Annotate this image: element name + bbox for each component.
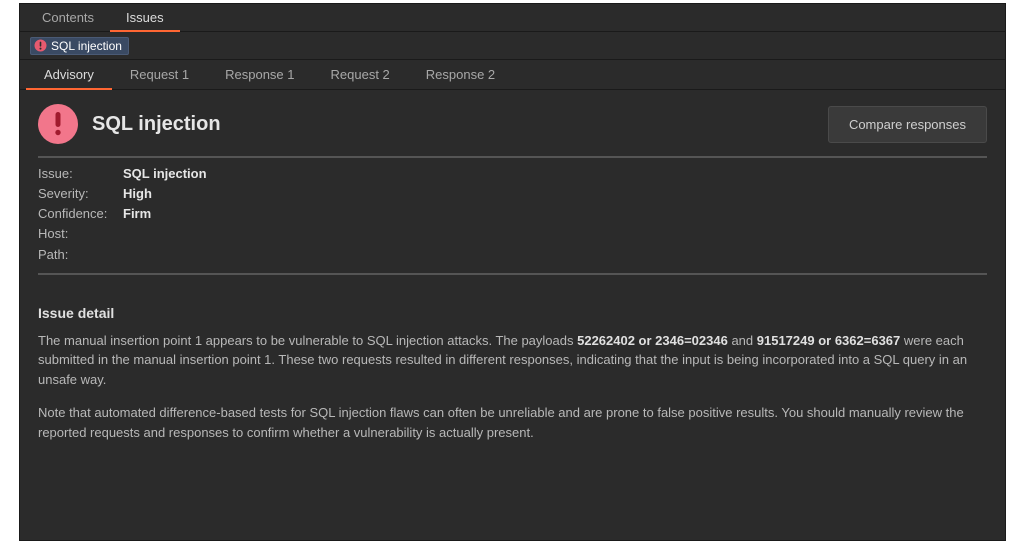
alert-icon [34, 39, 47, 52]
meta-confidence-value: Firm [123, 204, 151, 224]
tab-request-2[interactable]: Request 2 [313, 60, 408, 90]
tab-request-1[interactable]: Request 1 [112, 60, 207, 90]
meta-issue-value: SQL injection [123, 164, 207, 184]
content-panel: SQL injection Compare responses Issue: S… [20, 90, 1005, 468]
divider [38, 273, 987, 275]
sub-tabs: Advisory Request 1 Response 1 Request 2 … [20, 60, 1005, 90]
meta-path-label: Path: [38, 245, 123, 265]
app-window: Contents Issues SQL injection Advisory R… [19, 3, 1006, 541]
issue-chip-label: SQL injection [51, 39, 122, 53]
page-title: SQL injection [92, 113, 221, 136]
tab-issues[interactable]: Issues [110, 4, 180, 32]
top-tabs: Contents Issues [20, 4, 1005, 32]
detail-p1-a: The manual insertion point 1 appears to … [38, 333, 577, 348]
issue-detail-heading: Issue detail [38, 305, 987, 321]
meta-block: Issue: SQL injection Severity: High Conf… [38, 164, 987, 265]
detail-p1-c: and [728, 333, 757, 348]
divider [38, 156, 987, 158]
meta-host-label: Host: [38, 224, 123, 244]
tab-response-2[interactable]: Response 2 [408, 60, 513, 90]
issue-chip[interactable]: SQL injection [30, 37, 129, 55]
detail-payload-1: 52262402 or 2346=02346 [577, 333, 728, 348]
severity-icon [38, 104, 78, 144]
issue-row: SQL injection [20, 32, 1005, 60]
detail-p2: Note that automated difference-based tes… [38, 403, 987, 442]
meta-confidence-label: Confidence: [38, 204, 123, 224]
meta-severity-label: Severity: [38, 184, 123, 204]
meta-issue-label: Issue: [38, 164, 123, 184]
tab-advisory[interactable]: Advisory [26, 60, 112, 90]
compare-responses-button[interactable]: Compare responses [828, 106, 987, 143]
tab-response-1[interactable]: Response 1 [207, 60, 312, 90]
issue-detail-text: The manual insertion point 1 appears to … [38, 331, 987, 443]
detail-payload-2: 91517249 or 6362=6367 [757, 333, 901, 348]
meta-severity-value: High [123, 184, 152, 204]
tab-contents[interactable]: Contents [26, 4, 110, 32]
header-row: SQL injection Compare responses [38, 104, 987, 144]
header-left: SQL injection [38, 104, 221, 144]
